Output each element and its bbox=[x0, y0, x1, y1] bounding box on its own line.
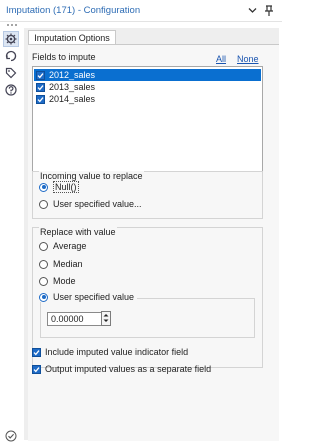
radio-median-indicator[interactable] bbox=[39, 259, 48, 269]
radio-null-indicator[interactable] bbox=[39, 182, 48, 192]
radio-average[interactable]: Average bbox=[39, 241, 86, 251]
pin-icon[interactable] bbox=[264, 5, 274, 17]
configuration-panel: Imputation Options Fields to impute All … bbox=[24, 28, 279, 441]
field-item-2012-sales[interactable]: 2012_sales bbox=[34, 69, 261, 81]
radio-mode-label: Mode bbox=[53, 276, 76, 286]
radio-average-indicator[interactable] bbox=[39, 241, 48, 251]
output-separate-field-checkbox[interactable]: Output imputed values as a separate fiel… bbox=[32, 364, 211, 374]
replace-with-value-title: Replace with value bbox=[39, 227, 117, 237]
incoming-value-title: Incoming value to replace bbox=[39, 171, 144, 181]
field-checkbox[interactable] bbox=[36, 70, 45, 80]
title-bar: Imputation (171) - Configuration bbox=[0, 0, 282, 22]
check-circle-icon bbox=[5, 430, 17, 442]
fields-listbox[interactable]: 2012_sales 2013_sales 2014_sales bbox=[32, 66, 263, 178]
spin-down-icon[interactable] bbox=[102, 318, 110, 324]
field-checkbox[interactable] bbox=[36, 82, 45, 92]
sidebar bbox=[0, 28, 22, 445]
radio-replace-user-specified-label: User specified value bbox=[53, 292, 135, 302]
radio-incoming-user-specified-indicator[interactable] bbox=[39, 199, 48, 209]
include-indicator-field-checkbox[interactable]: Include imputed value indicator field bbox=[32, 347, 188, 357]
radio-incoming-user-specified-label: User specified value... bbox=[53, 199, 142, 209]
radio-incoming-user-specified[interactable]: User specified value... bbox=[39, 199, 142, 209]
select-none-link[interactable]: None bbox=[237, 54, 259, 64]
user-value-spinner[interactable] bbox=[101, 311, 111, 326]
field-label: 2014_sales bbox=[49, 94, 96, 104]
fields-to-impute-label: Fields to impute bbox=[32, 52, 96, 62]
user-value-input[interactable]: 0.00000 bbox=[47, 312, 106, 326]
incoming-value-group: Incoming value to replace bbox=[32, 171, 263, 219]
tab-imputation-options[interactable]: Imputation Options bbox=[28, 30, 116, 45]
radio-median-label: Median bbox=[53, 259, 83, 269]
output-separate-checkbox-box[interactable] bbox=[32, 364, 41, 374]
field-item-2013-sales[interactable]: 2013_sales bbox=[34, 81, 261, 93]
output-separate-label: Output imputed values as a separate fiel… bbox=[45, 364, 212, 374]
radio-median[interactable]: Median bbox=[39, 259, 83, 269]
radio-null-label: Null() bbox=[53, 181, 79, 193]
select-all-link[interactable]: All bbox=[216, 54, 226, 64]
chevron-down-icon[interactable] bbox=[248, 7, 257, 14]
configuration-gear-icon[interactable] bbox=[3, 31, 19, 47]
field-item-2014-sales[interactable]: 2014_sales bbox=[34, 93, 261, 105]
field-label: 2012_sales bbox=[49, 70, 96, 80]
include-indicator-label: Include imputed value indicator field bbox=[45, 347, 189, 357]
field-checkbox[interactable] bbox=[36, 94, 45, 104]
tag-icon[interactable] bbox=[4, 66, 18, 80]
annotation-icon[interactable] bbox=[4, 49, 18, 63]
help-icon[interactable] bbox=[4, 83, 18, 97]
radio-average-label: Average bbox=[53, 241, 87, 251]
radio-replace-user-specified-indicator[interactable] bbox=[39, 292, 48, 302]
radio-mode[interactable]: Mode bbox=[39, 276, 76, 286]
radio-replace-user-specified[interactable]: User specified value bbox=[39, 292, 138, 302]
field-label: 2013_sales bbox=[49, 82, 96, 92]
radio-mode-indicator[interactable] bbox=[39, 276, 48, 286]
radio-null[interactable]: Null() bbox=[39, 181, 79, 193]
window-title: Imputation (171) - Configuration bbox=[6, 5, 141, 16]
include-indicator-checkbox-box[interactable] bbox=[32, 347, 41, 357]
